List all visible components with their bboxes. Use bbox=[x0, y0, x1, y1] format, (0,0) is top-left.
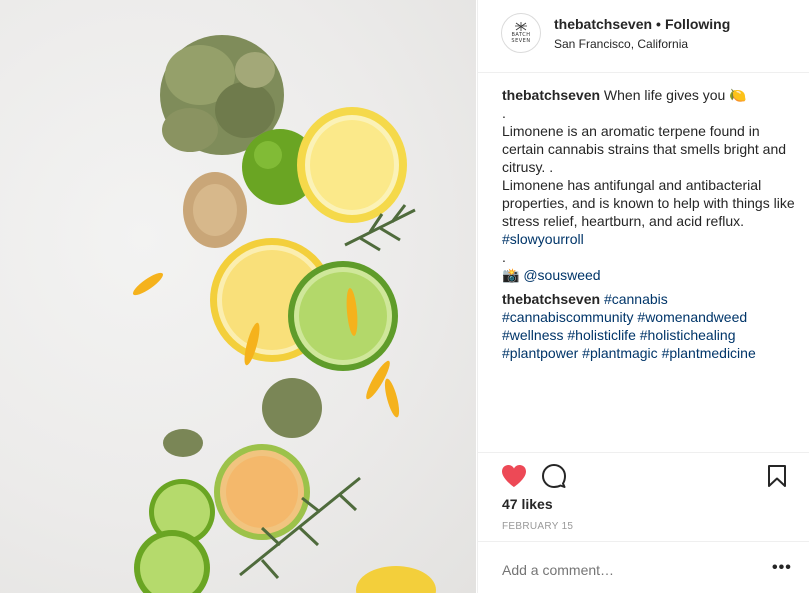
heart-icon[interactable] bbox=[501, 464, 527, 488]
instagram-post: BATCH SEVEN thebatchseven • Following San … bbox=[0, 0, 809, 593]
caption-dot2: . bbox=[502, 249, 506, 265]
hashtag-link[interactable]: #holisticlife bbox=[567, 327, 635, 343]
comment-text: thebatchseven #cannabis #cannabiscommuni… bbox=[502, 290, 798, 362]
hashtag-link[interactable]: #plantmagic bbox=[582, 345, 658, 361]
following-button[interactable]: Following bbox=[665, 16, 730, 32]
header-separator: • bbox=[656, 16, 661, 32]
camera-icon: 📸 bbox=[502, 267, 520, 283]
photo-illustration bbox=[132, 35, 436, 593]
hashtag-link[interactable]: #womenandweed bbox=[637, 309, 747, 325]
brown-sugar-highlight bbox=[193, 184, 237, 236]
post-sidebar: BATCH SEVEN thebatchseven • Following San … bbox=[477, 0, 809, 593]
hashtag-link[interactable]: #slowyourroll bbox=[502, 231, 584, 247]
post-header: BATCH SEVEN thebatchseven • Following San … bbox=[478, 0, 809, 73]
hashtag-link[interactable]: #cannabiscommunity bbox=[502, 309, 634, 325]
comment-input[interactable] bbox=[502, 560, 762, 580]
lemon-slice-top bbox=[297, 107, 407, 223]
lemon-bottom bbox=[356, 566, 436, 593]
action-bar bbox=[478, 452, 809, 488]
comment-bar: ••• bbox=[478, 541, 809, 594]
header-username[interactable]: thebatchseven bbox=[554, 16, 652, 32]
caption-body2: Limonene has antifungal and antibacteria… bbox=[502, 177, 795, 229]
comment-username[interactable]: thebatchseven bbox=[502, 291, 600, 307]
caption-dot1: . bbox=[502, 105, 506, 121]
header-username-row: thebatchseven • Following bbox=[554, 16, 730, 32]
citrus-slice-bottom bbox=[214, 444, 310, 540]
hashtag-link[interactable]: #cannabis bbox=[604, 291, 668, 307]
hashtag-link[interactable]: #holistichealing bbox=[640, 327, 736, 343]
cannabis-bud-small bbox=[163, 429, 203, 457]
bookmark-icon[interactable] bbox=[767, 465, 787, 487]
more-options-icon[interactable]: ••• bbox=[772, 559, 792, 577]
caption-username[interactable]: thebatchseven bbox=[502, 87, 600, 103]
caption: thebatchseven When life gives you 🍋 . Li… bbox=[502, 86, 798, 362]
caption-body1: Limonene is an aromatic terpene found in… bbox=[502, 123, 787, 175]
avatar-text-line2: SEVEN bbox=[511, 38, 531, 44]
post-photo[interactable] bbox=[0, 0, 476, 593]
sparkle-logo-icon bbox=[515, 22, 527, 31]
location-link[interactable]: San Francisco, California bbox=[554, 37, 688, 51]
post-date: FEBRUARY 15 bbox=[502, 521, 574, 532]
comment-icon[interactable] bbox=[542, 464, 566, 488]
cannabis-bud-middle bbox=[262, 378, 322, 438]
caption-line1: When life gives you 🍋 bbox=[600, 87, 747, 103]
hashtag-link[interactable]: #wellness bbox=[502, 327, 563, 343]
hashtag-link[interactable]: #plantpower bbox=[502, 345, 578, 361]
hashtag-link[interactable]: #plantmedicine bbox=[662, 345, 756, 361]
mention-link[interactable]: @sousweed bbox=[519, 267, 600, 283]
lime-slice-middle bbox=[288, 261, 398, 371]
avatar[interactable]: BATCH SEVEN bbox=[501, 13, 541, 53]
lime-slices-bottom bbox=[134, 479, 215, 593]
likes-count[interactable]: 47 likes bbox=[502, 496, 553, 512]
